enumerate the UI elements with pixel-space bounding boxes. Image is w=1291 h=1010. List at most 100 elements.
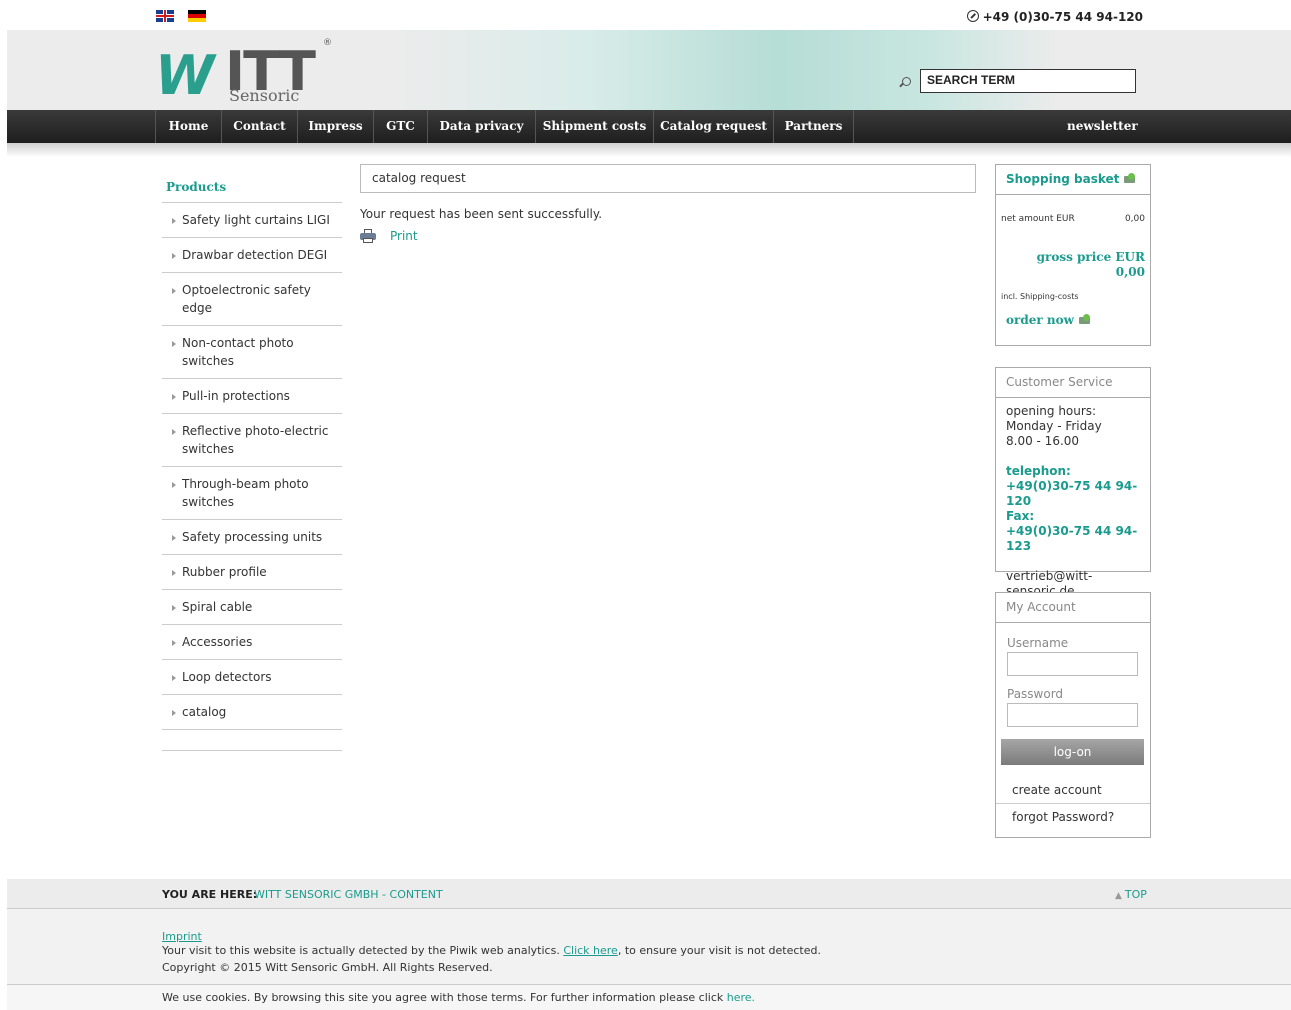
witt-sensoric-logo[interactable]: W ITT ® Sensoric [153,38,343,107]
main-nav: Home Contact Impress GTC Data privacy Sh… [7,110,1291,143]
nav-divider [853,110,854,143]
sidebar-item[interactable]: Pull-in protections [162,379,342,414]
main-content: catalog request Your request has been se… [360,164,976,243]
sidebar-item-label: Safety light curtains LIGI [182,213,330,227]
phone-icon [966,10,979,22]
nav-gtc[interactable]: GTC [373,110,427,143]
breadcrumb-bar: YOU ARE HERE: WITT SENSORIC GMBH - CONTE… [7,879,1291,909]
net-amount-label: net amount EUR [1001,214,1075,224]
nav-home[interactable]: Home [155,110,221,143]
nav-newsletter[interactable]: newsletter [1067,110,1138,143]
search-input[interactable]: SEARCH TERM [920,69,1136,93]
german-flag-icon[interactable] [188,10,206,22]
nav-contact[interactable]: Contact [221,110,297,143]
password-input[interactable] [1007,703,1138,727]
sidebar-item[interactable]: Accessories [162,625,342,660]
basket-title[interactable]: Shopping basket [996,165,1150,195]
chevron-up-icon: ▲ [1115,891,1122,901]
arrow-right-icon [172,218,176,224]
shopping-basket-icon [1123,173,1137,185]
success-message: Your request has been sent successfully. [360,207,603,221]
sidebar-item-label: Pull-in protections [182,389,290,403]
search-input-value: SEARCH TERM [927,73,1016,87]
piwik-opt-out-link[interactable]: Click here [563,944,618,957]
nav-shipment-costs[interactable]: Shipment costs [535,110,653,143]
customer-service-body: opening hours: Monday - Friday 8.00 - 16… [996,398,1150,605]
shopping-basket-icon [1078,314,1092,326]
sidebar-item[interactable]: Spiral cable [162,590,342,625]
arrow-right-icon [172,394,176,400]
piwik-text: Your visit to this website is actually d… [162,944,560,957]
order-now-link[interactable]: order now [996,301,1150,333]
arrow-right-icon [172,640,176,646]
print-label: Print [390,229,418,243]
customer-service-box: Customer Service opening hours: Monday -… [995,367,1151,598]
sidebar-item[interactable]: Drawbar detection DEGI [162,238,342,273]
nav-partners[interactable]: Partners [773,110,853,143]
arrow-right-icon [172,288,176,294]
my-account-title: My Account [996,593,1150,623]
net-amount-value: 0,00 [1124,214,1145,224]
printer-icon [360,229,376,243]
sidebar-item-label: Rubber profile [182,565,267,579]
arrow-right-icon [172,605,176,611]
sidebar-item[interactable]: Through-beam photo switches [162,467,342,520]
gross-price: gross price EUR 0,00 [996,224,1150,280]
sidebar-item-label: Optoelectronic safety edge [182,283,311,315]
net-amount-row: net amount EUR 0,00 [996,195,1150,224]
sidebar-item[interactable]: catalog [162,695,342,730]
imprint-link[interactable]: Imprint [162,930,202,943]
sidebar-item[interactable]: Non-contact photo switches [162,326,342,379]
create-account-link[interactable]: create account [996,765,1150,804]
top-link[interactable]: ▲ TOP [1115,888,1147,901]
sidebar-item-label: Reflective photo-electric switches [182,424,329,456]
cookie-info-link[interactable]: here. [727,991,755,1004]
piwik-text-after: , to ensure your visit is not detected. [617,944,821,957]
order-now-label: order now [1006,313,1074,327]
header-banner: W ITT ® Sensoric SEARCH TERM [7,30,1291,110]
top-phone: +49 (0)30-75 44 94-120 [966,10,1143,24]
customer-service-title: Customer Service [996,368,1150,398]
gross-price-value: 0,00 [1115,265,1145,279]
shipping-note: incl. Shipping-costs [1001,292,1079,301]
sidebar-item[interactable]: Loop detectors [162,660,342,695]
arrow-right-icon [172,482,176,488]
page-title: catalog request [360,164,976,193]
nav-catalog-request[interactable]: Catalog request [653,110,773,143]
cookie-text: We use cookies. By browsing this site yo… [162,991,724,1004]
sidebar-item[interactable]: Rubber profile [162,555,342,590]
search-icon[interactable] [902,77,911,86]
arrow-right-icon [172,675,176,681]
arrow-right-icon [172,341,176,347]
logon-button[interactable]: log-on [1001,739,1144,765]
nav-impress[interactable]: Impress [297,110,373,143]
breadcrumb[interactable]: WITT SENSORIC GMBH - CONTENT [254,888,443,901]
shopping-basket-box: Shopping basket net amount EUR 0,00 gros… [995,164,1151,346]
sidebar-item-label: Through-beam photo switches [182,477,309,509]
sidebar-item[interactable]: Safety light curtains LIGI [162,203,342,238]
arrow-right-icon [172,570,176,576]
basket-title-label: Shopping basket [1006,172,1120,186]
nav-data-privacy[interactable]: Data privacy [427,110,535,143]
telephon-number[interactable]: +49(0)30-75 44 94-120 [1006,479,1140,509]
cookie-bar: We use cookies. By browsing this site yo… [7,985,1291,1010]
username-input[interactable] [1007,652,1138,676]
sidebar-item[interactable]: Optoelectronic safety edge [162,273,342,326]
logo-registered: ® [323,38,332,48]
arrow-right-icon [172,710,176,716]
you-are-here-label: YOU ARE HERE: [162,888,258,901]
footer-info: Imprint Your visit to this website is ac… [7,909,1291,985]
sidebar-item[interactable]: Reflective photo-electric switches [162,414,342,467]
sidebar-item[interactable]: Safety processing units [162,520,342,555]
uk-flag-icon[interactable] [156,10,174,22]
forgot-password-link[interactable]: forgot Password? [996,804,1150,832]
arrow-right-icon [172,253,176,259]
sidebar-title: Products [162,176,342,203]
sidebar-item-label: Safety processing units [182,530,323,544]
copyright: Copyright © 2015 Witt Sensoric GmbH. All… [162,961,493,974]
print-link[interactable]: Print [360,229,976,243]
sidebar-item-label: Drawbar detection DEGI [182,248,328,262]
cookie-notice: We use cookies. By browsing this site yo… [162,991,755,1004]
arrow-right-icon [172,429,176,435]
top-phone-number: +49 (0)30-75 44 94-120 [982,10,1143,24]
